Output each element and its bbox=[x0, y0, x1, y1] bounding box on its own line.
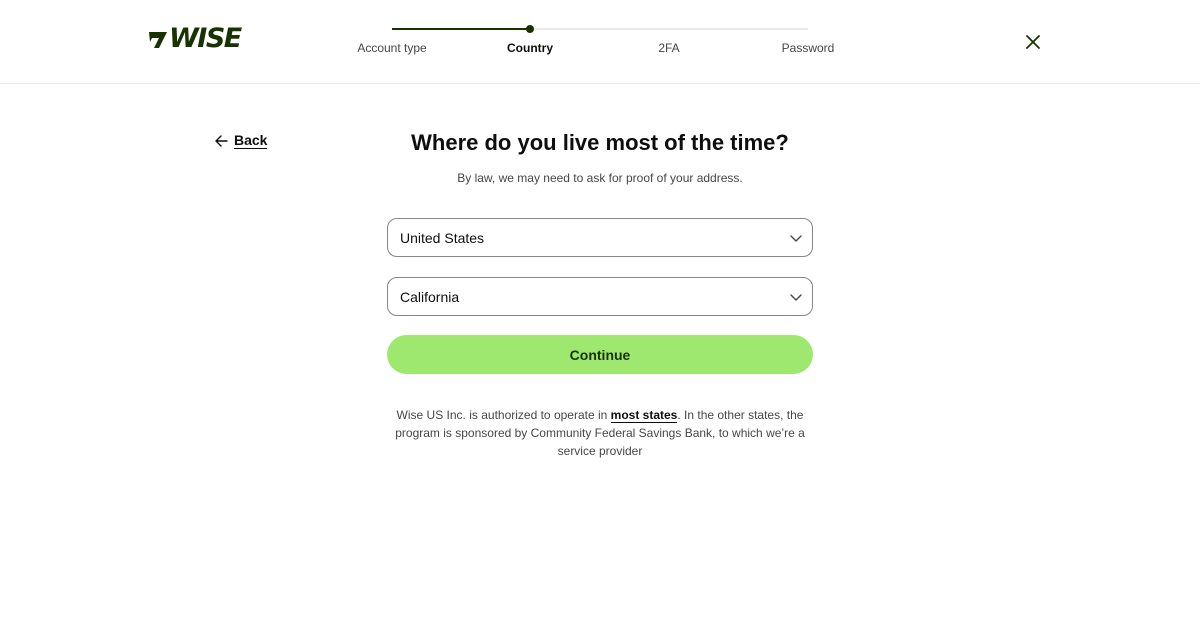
chevron-down-icon bbox=[790, 235, 802, 242]
progress-stepper: Account type Country 2FA Password bbox=[335, 20, 865, 60]
step-account-type: Account type bbox=[357, 41, 427, 55]
wise-flag-icon bbox=[149, 32, 167, 48]
top-header: WISE Account type Country 2FA Password bbox=[0, 0, 1200, 84]
close-button[interactable] bbox=[1022, 31, 1044, 53]
stepper-progress bbox=[392, 28, 530, 30]
disclaimer-text-start: Wise US Inc. is authorized to operate in bbox=[396, 408, 611, 422]
chevron-down-icon bbox=[790, 294, 802, 301]
legal-disclaimer: Wise US Inc. is authorized to operate in… bbox=[387, 406, 813, 460]
most-states-link[interactable]: most states bbox=[610, 408, 678, 423]
state-select-value: California bbox=[400, 289, 460, 305]
page-title: Where do you live most of the time? bbox=[411, 130, 789, 155]
page-subtitle: By law, we may need to ask for proof of … bbox=[457, 171, 743, 185]
wise-logo[interactable]: WISE bbox=[148, 23, 242, 54]
step-password: Password bbox=[781, 41, 835, 55]
step-country: Country bbox=[507, 41, 553, 55]
logo-text: WISE bbox=[169, 23, 242, 54]
close-icon bbox=[1026, 35, 1040, 49]
step-2fa: 2FA bbox=[658, 41, 680, 55]
stepper-current-dot bbox=[526, 25, 534, 33]
country-select[interactable]: United States bbox=[387, 218, 813, 257]
state-select[interactable]: California bbox=[387, 277, 813, 316]
country-select-value: United States bbox=[400, 230, 485, 246]
continue-button[interactable]: Continue bbox=[387, 335, 813, 374]
